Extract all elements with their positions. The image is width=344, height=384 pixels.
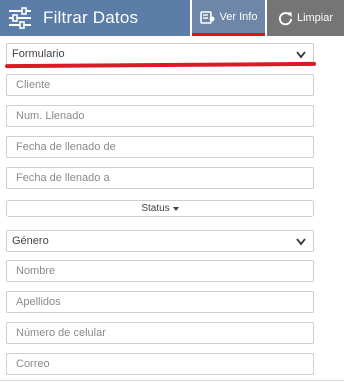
nombre-placeholder: Nombre xyxy=(16,265,56,277)
fecha-a-placeholder: Fecha de llenado a xyxy=(16,172,110,184)
formulario-select-value: Formulario xyxy=(12,48,65,60)
celular-input[interactable]: Número de celular xyxy=(6,322,314,344)
refresh-icon xyxy=(278,11,293,25)
cliente-placeholder: Cliente xyxy=(16,79,51,91)
limpiar-button[interactable]: Limpiar xyxy=(267,0,344,36)
apellidos-input[interactable]: Apellidos xyxy=(6,291,314,313)
cliente-input[interactable]: Cliente xyxy=(6,74,314,96)
ver-info-button[interactable]: Ver Info xyxy=(192,0,265,36)
num-llenado-placeholder: Num. Llenado xyxy=(16,110,85,122)
page-title: Filtrar Datos xyxy=(43,8,139,27)
status-dropdown-button[interactable]: Status xyxy=(6,200,314,217)
fecha-de-input[interactable]: Fecha de llenado de xyxy=(6,136,314,158)
id-card-icon xyxy=(199,10,215,24)
caret-down-icon xyxy=(172,207,179,211)
correo-input[interactable]: Correo xyxy=(6,353,314,375)
genero-select[interactable]: Género xyxy=(6,230,314,252)
nombre-input[interactable]: Nombre xyxy=(6,260,314,282)
fecha-de-placeholder: Fecha de llenado de xyxy=(16,141,116,153)
fecha-a-input[interactable]: Fecha de llenado a xyxy=(6,167,314,189)
ver-info-label: Ver Info xyxy=(219,10,258,23)
celular-placeholder: Número de celular xyxy=(16,327,106,339)
chevron-down-icon xyxy=(296,238,306,246)
bottom-divider xyxy=(0,380,344,381)
num-llenado-input[interactable]: Num. Llenado xyxy=(6,105,314,127)
genero-select-value: Género xyxy=(12,235,49,247)
chevron-down-icon xyxy=(296,51,306,59)
filter-title-bar: Filtrar Datos xyxy=(0,0,190,36)
limpiar-label: Limpiar xyxy=(296,12,334,24)
status-label: Status xyxy=(141,203,170,214)
filter-header: Filtrar Datos Ver Info Limpiar xyxy=(0,0,344,36)
red-underline-annotation xyxy=(4,61,317,69)
apellidos-placeholder: Apellidos xyxy=(16,296,61,308)
sliders-icon xyxy=(9,7,31,29)
correo-placeholder: Correo xyxy=(16,358,50,370)
